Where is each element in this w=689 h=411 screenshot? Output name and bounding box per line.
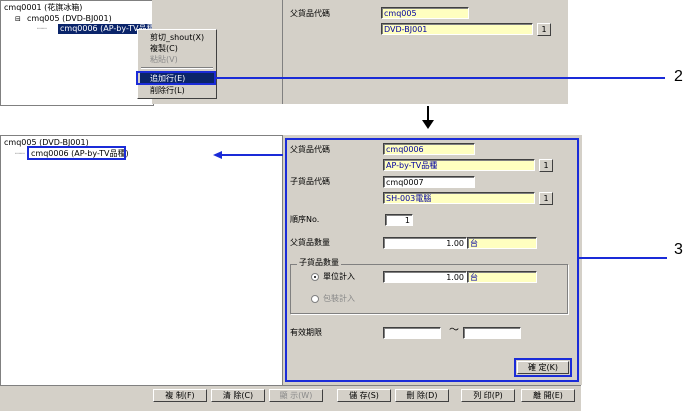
tree-branch-line: ┈┈: [15, 149, 25, 158]
left-arrow-icon: [213, 150, 283, 160]
parent-code-field[interactable]: cmq0006: [383, 143, 475, 155]
top-tree-panel: cmq0001 (花旗冰箱) ⊟ cmq005 (DVD-BJ001) ┈┈ c…: [0, 0, 160, 106]
menu-item-copy[interactable]: 複製(C): [140, 43, 214, 54]
top-tree-root[interactable]: cmq0001 (花旗冰箱): [4, 3, 82, 13]
menu-item-delete-row[interactable]: 削除行(L): [140, 85, 214, 96]
tree-collapse-icon[interactable]: ⊟: [15, 14, 21, 24]
callout-3-line: [579, 257, 667, 259]
top-parent-code-field[interactable]: cmq005: [381, 7, 469, 19]
child-quantity-group-label: 子貨品數量: [297, 258, 341, 268]
print-button[interactable]: 列 印(P): [461, 389, 515, 402]
callout-3-number: 3: [674, 241, 683, 258]
context-menu: 剪切_shout(X) 複製(C) 粘貼(V) 追加行(E) 削除行(L): [137, 29, 217, 99]
menu-item-paste: 粘貼(V): [150, 55, 178, 64]
pack-count-radio: [311, 295, 319, 303]
unit-count-label[interactable]: 單位計入: [323, 272, 355, 282]
valid-period-tilde: ～: [449, 325, 459, 336]
parent-quantity-label: 父貨品數量: [290, 238, 330, 247]
confirm-highlight-box: [514, 358, 572, 377]
child-lookup-button[interactable]: 1: [539, 192, 553, 205]
top-parent-code-label: 父貨品代碼: [290, 9, 330, 18]
menu-item-cut[interactable]: 剪切_shout(X): [140, 32, 214, 43]
new-node-highlight-box: [27, 146, 126, 160]
pack-count-label: 包裝計入: [323, 294, 355, 303]
valid-from-field[interactable]: [383, 327, 441, 339]
copy-button[interactable]: 複 制(F): [153, 389, 207, 402]
callout-2-number: 2: [674, 68, 683, 85]
top-tree-child[interactable]: cmq005 (DVD-BJ001): [27, 14, 112, 24]
unit-count-radio[interactable]: [311, 273, 319, 281]
parent-lookup-button[interactable]: 1: [539, 159, 553, 172]
tree-branch-line: ┈┈: [37, 24, 47, 33]
menu-separator: [141, 67, 213, 69]
bottom-tree-panel: cmq005 (DVD-BJ001) ┈┈ cmq0006 (AP-by-TV品…: [0, 135, 284, 387]
sequence-label: 順序No.: [290, 215, 320, 224]
clear-button[interactable]: 清 除(C): [211, 389, 265, 402]
down-arrow-icon: [420, 106, 436, 130]
valid-period-label: 有效期限: [290, 328, 322, 337]
child-unit-field[interactable]: 台: [467, 271, 537, 283]
parent-quantity-field[interactable]: 1.00: [383, 237, 467, 249]
top-parent-lookup-button[interactable]: 1: [537, 23, 551, 36]
parent-code-label: 父貨品代碼: [290, 145, 330, 154]
parent-unit-field[interactable]: 台: [467, 237, 537, 249]
parent-name-field[interactable]: AP-by-TV品種: [383, 159, 535, 171]
delete-button[interactable]: 刪 除(D): [395, 389, 449, 402]
child-code-label: 子貨品代碼: [290, 177, 330, 186]
child-name-field[interactable]: SH-003電腦: [383, 192, 535, 204]
sequence-field[interactable]: 1: [385, 214, 413, 226]
display-button: 顯 示(W): [269, 389, 323, 402]
add-row-highlight-box: [136, 71, 216, 85]
top-parent-name-field[interactable]: DVD-BJ001: [381, 23, 533, 35]
child-code-field[interactable]: cmq0007: [383, 176, 475, 188]
child-quantity-field[interactable]: 1.00: [383, 271, 467, 283]
callout-2-line: [216, 77, 665, 79]
save-button[interactable]: 儲 存(S): [337, 389, 391, 402]
valid-to-field[interactable]: [463, 327, 521, 339]
exit-button[interactable]: 離 開(E): [521, 389, 575, 402]
